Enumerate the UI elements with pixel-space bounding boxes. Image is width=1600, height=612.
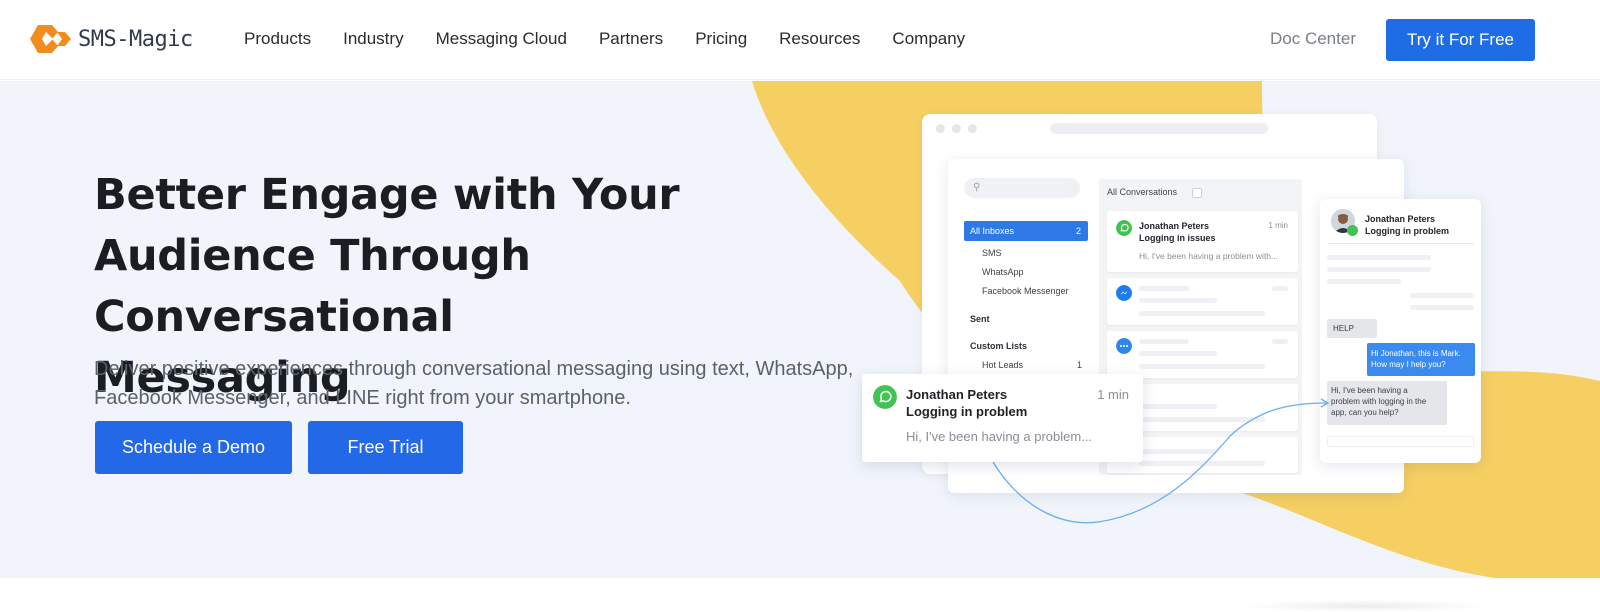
user-message-bubble: Hi, I've been having a problem with logg… — [1327, 381, 1447, 425]
divider — [1328, 243, 1474, 244]
placeholder-line — [1139, 298, 1217, 303]
notification-subject: Logging in problem — [906, 404, 1028, 419]
conversation-preview: Hi, I've been having a problem with... — [1139, 251, 1279, 261]
chat-window-mockup: Jonathan Peters Logging in problem HELP … — [1320, 199, 1481, 463]
placeholder-line — [1410, 293, 1474, 298]
placeholder-line — [1327, 279, 1401, 284]
sidebar-whatsapp: WhatsApp — [982, 267, 1024, 277]
placeholder-line — [1327, 255, 1431, 260]
placeholder-line — [1139, 404, 1217, 409]
decorative-shadow — [1240, 600, 1490, 612]
agent-message-line-2: How may I help you? — [1371, 360, 1446, 369]
help-message-bubble: HELP — [1327, 319, 1377, 338]
placeholder-line — [1139, 461, 1265, 466]
whatsapp-icon — [1116, 220, 1132, 236]
notification-time: 1 min — [1097, 387, 1129, 402]
sidebar-sms: SMS — [982, 248, 1002, 258]
try-for-free-button[interactable]: Try it For Free — [1386, 19, 1535, 61]
agent-message-line-1: Hi Jonathan, this is Mark. — [1371, 349, 1461, 358]
hero-title-line-1: Better Engage with Your — [94, 170, 680, 220]
inbox-search: ⚲ — [964, 178, 1080, 198]
placeholder-line — [1139, 364, 1265, 369]
conversation-subject: Logging in issues — [1139, 233, 1216, 243]
schedule-demo-button[interactable]: Schedule a Demo — [95, 421, 292, 474]
all-inboxes-label: All Inboxes — [970, 226, 1015, 236]
conversation-card — [1107, 278, 1298, 325]
placeholder-line — [1139, 449, 1217, 454]
sidebar-hot-leads-count: 1 — [1077, 360, 1083, 370]
hero-subtitle-line-2: Facebook Messenger, and LINE right from … — [94, 387, 631, 409]
conversation-card: Jonathan Peters Logging in issues 1 min … — [1107, 211, 1298, 272]
placeholder-line — [1139, 417, 1265, 422]
nav-products[interactable]: Products — [244, 27, 311, 51]
sidebar-sent: Sent — [970, 314, 990, 324]
sidebar-facebook-messenger: Facebook Messenger — [982, 286, 1069, 296]
whatsapp-badge-icon — [1347, 225, 1358, 236]
main-menu: Products Industry Messaging Cloud Partne… — [244, 27, 997, 51]
placeholder-line — [1327, 267, 1431, 272]
free-trial-button[interactable]: Free Trial — [308, 421, 463, 474]
user-message-line-3: app, can you help? — [1331, 408, 1399, 417]
all-inboxes-item: All Inboxes 2 — [964, 221, 1088, 241]
hero-subtitle: Deliver positive experiences through con… — [94, 355, 854, 413]
placeholder-line — [1139, 286, 1189, 291]
chat-contact-name: Jonathan Peters — [1365, 214, 1436, 224]
notification-card: Jonathan Peters Logging in problem 1 min… — [862, 374, 1143, 462]
sms-magic-logo-icon — [30, 25, 71, 53]
nav-pricing[interactable]: Pricing — [695, 27, 747, 51]
placeholder-line — [1139, 351, 1217, 356]
nav-resources[interactable]: Resources — [779, 27, 860, 51]
hero-title-line-2: Audience Through Conversational — [94, 231, 531, 342]
top-navigation: SMS-Magic Products Industry Messaging Cl… — [0, 0, 1600, 80]
sidebar-hot-leads: Hot Leads — [982, 360, 1024, 370]
conversation-name: Jonathan Peters — [1139, 221, 1210, 231]
placeholder-line — [1410, 305, 1474, 310]
hero-subtitle-line-1: Deliver positive experiences through con… — [94, 358, 854, 380]
conversation-time: 1 min — [1268, 221, 1288, 230]
placeholder-line — [1272, 286, 1288, 291]
window-dots — [936, 124, 977, 133]
nav-messaging-cloud[interactable]: Messaging Cloud — [436, 27, 567, 51]
hero-section: Better Engage with Your Audience Through… — [0, 81, 1600, 578]
placeholder-line — [1272, 339, 1288, 344]
search-icon: ⚲ — [973, 182, 981, 193]
whatsapp-icon — [873, 385, 897, 409]
user-message-line-1: Hi, I've been having a — [1331, 386, 1408, 395]
conversation-card — [1107, 331, 1298, 378]
all-conversations-header: All Conversations — [1107, 187, 1178, 197]
chat-subject: Logging in problem — [1365, 226, 1449, 236]
nav-industry[interactable]: Industry — [343, 27, 403, 51]
brand-name: SMS-Magic — [78, 26, 193, 52]
messenger-icon — [1116, 285, 1132, 301]
sidebar-custom-lists: Custom Lists — [970, 341, 1028, 351]
nav-company[interactable]: Company — [892, 27, 965, 51]
notification-name: Jonathan Peters — [906, 387, 1008, 402]
sms-magic-logo[interactable]: SMS-Magic — [29, 24, 193, 54]
placeholder-line — [1139, 339, 1189, 344]
agent-message-bubble: Hi Jonathan, this is Mark. How may I hel… — [1367, 343, 1475, 376]
notification-preview: Hi, I've been having a problem... — [906, 429, 1093, 444]
placeholder-line — [1139, 311, 1265, 316]
address-bar-placeholder — [1050, 123, 1268, 134]
nav-partners[interactable]: Partners — [599, 27, 663, 51]
chat-input-placeholder — [1327, 436, 1474, 447]
chevron-down-icon — [1192, 188, 1202, 198]
doc-center-link[interactable]: Doc Center — [1270, 27, 1356, 51]
chat-icon — [1116, 338, 1132, 354]
user-message-line-2: problem with logging in the — [1331, 397, 1427, 406]
all-inboxes-count: 2 — [1075, 226, 1081, 236]
